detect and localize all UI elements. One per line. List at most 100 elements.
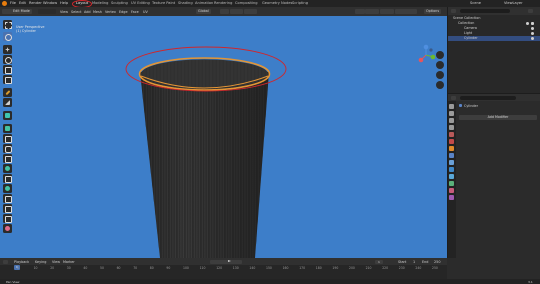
timeline-menu-keying[interactable]: Keying — [35, 260, 46, 264]
workspace-tab-rendering[interactable]: Rendering — [214, 1, 232, 5]
timeline-menu-view[interactable]: View — [52, 260, 60, 264]
menu-help[interactable]: Help — [60, 1, 68, 5]
proportional-editing-icon[interactable] — [244, 9, 257, 14]
cylinder-top-face-wire — [141, 59, 268, 89]
timeline-menu-marker[interactable]: Marker — [63, 260, 75, 264]
view-layer-selector[interactable]: ViewLayer — [504, 1, 523, 5]
gizmo-toggle-icon[interactable] — [365, 9, 379, 14]
mode-selector[interactable]: Edit Mode — [11, 9, 32, 14]
scene-tab-icon[interactable] — [449, 132, 454, 137]
snap-icon[interactable] — [230, 9, 243, 14]
constraints-tab-icon[interactable] — [449, 174, 454, 179]
tool-extrude[interactable] — [3, 124, 12, 133]
scene-selector[interactable]: Scene — [470, 1, 481, 5]
current-frame-field[interactable]: 1 — [375, 259, 383, 264]
camera-view-button[interactable] — [436, 71, 444, 79]
workspace-tab-uv-editing[interactable]: UV Editing — [131, 1, 150, 5]
tool-smooth[interactable] — [3, 194, 12, 203]
workspace-tab-texture-paint[interactable]: Texture Paint — [152, 1, 175, 5]
tool-move[interactable] — [3, 45, 12, 54]
tool-shrink-fatten[interactable] — [3, 214, 12, 223]
blender-logo-icon[interactable] — [2, 1, 7, 6]
shading-mode-icons[interactable] — [395, 9, 417, 14]
tool-scale[interactable] — [3, 65, 12, 74]
options-dropdown[interactable]: Options — [424, 9, 442, 14]
workspace-tab-compositing[interactable]: Compositing — [235, 1, 258, 5]
tool-tab-icon[interactable] — [449, 104, 454, 109]
tool-measure[interactable] — [3, 98, 12, 107]
tool-annotate[interactable] — [3, 88, 12, 97]
end-frame-value[interactable]: 250 — [434, 260, 440, 264]
workspace-tab-scripting[interactable]: Scripting — [292, 1, 308, 5]
menu-window[interactable]: Window — [43, 1, 57, 5]
header-menu-edge[interactable]: Edge — [119, 10, 128, 14]
start-frame-value[interactable]: 1 — [413, 260, 415, 264]
header-menu-add[interactable]: Add — [84, 10, 91, 14]
eye-icon[interactable] — [526, 22, 529, 25]
ortho-toggle-button[interactable] — [436, 81, 444, 89]
visibility-icon[interactable] — [355, 9, 365, 14]
tool-select-box[interactable] — [3, 20, 12, 29]
overlay-toggle-icon[interactable] — [380, 9, 394, 14]
transform-orientation-selector[interactable]: Global — [196, 9, 211, 14]
tool-spin[interactable] — [3, 184, 12, 193]
particles-tab-icon[interactable] — [449, 160, 454, 165]
tool-poly-build[interactable] — [3, 174, 12, 183]
eye-icon[interactable] — [531, 37, 534, 40]
play-icon[interactable] — [228, 260, 231, 262]
workspace-tab-sculpting[interactable]: Sculpting — [111, 1, 128, 5]
tool-transform[interactable] — [3, 75, 12, 84]
tool-inset[interactable] — [3, 134, 12, 143]
menu-edit[interactable]: Edit — [19, 1, 26, 5]
view-layer-tab-icon[interactable] — [449, 125, 454, 130]
tool-edge-slide[interactable] — [3, 204, 12, 213]
modifier-tab-icon[interactable] — [449, 153, 454, 158]
header-menu-vertex[interactable]: Vertex — [105, 10, 116, 14]
render-tab-icon[interactable] — [449, 111, 454, 116]
tool-rotate[interactable] — [3, 55, 12, 64]
eye-icon[interactable] — [531, 32, 534, 35]
add-modifier-button[interactable]: Add Modifier — [459, 115, 537, 120]
world-tab-icon[interactable] — [449, 139, 454, 144]
properties-search-input[interactable] — [460, 95, 516, 100]
material-tab-icon[interactable] — [449, 188, 454, 193]
header-menu-face[interactable]: Face — [131, 10, 139, 14]
zoom-button[interactable] — [436, 51, 444, 59]
timeline-menu-playback[interactable]: Playback — [14, 260, 29, 264]
header-menu-view[interactable]: View — [60, 10, 68, 14]
texture-tab-icon[interactable] — [449, 195, 454, 200]
tool-loop-cut[interactable] — [3, 154, 12, 163]
filter-icon[interactable] — [528, 9, 533, 13]
data-tab-icon[interactable] — [449, 181, 454, 186]
workspace-tab-shading[interactable]: Shading — [178, 1, 193, 5]
3d-viewport[interactable]: User Perspective (1) Cylinder — [0, 16, 447, 258]
playback-controls[interactable] — [210, 259, 242, 264]
pan-button[interactable] — [436, 61, 444, 69]
tool-knife[interactable] — [3, 164, 12, 173]
workspace-tab-geometry-nodes[interactable]: Geometry Nodes — [262, 1, 292, 5]
output-tab-icon[interactable] — [449, 118, 454, 123]
tool-cursor[interactable] — [3, 32, 12, 41]
object-tab-icon[interactable] — [449, 146, 454, 151]
timeline-tick-label: 180 — [315, 266, 322, 270]
workspace-tab-animation[interactable]: Animation — [195, 1, 213, 5]
pivot-point-icon[interactable] — [220, 9, 229, 14]
menu-file[interactable]: File — [10, 1, 16, 5]
header-menu-uv[interactable]: UV — [143, 10, 148, 14]
outliner-search-input[interactable] — [460, 9, 510, 13]
select-mode-icons[interactable] — [38, 9, 56, 14]
eye-icon[interactable] — [531, 27, 534, 30]
tool-bevel[interactable] — [3, 144, 12, 153]
physics-tab-icon[interactable] — [449, 167, 454, 172]
workspace-tab-modeling[interactable]: Modeling — [92, 1, 108, 5]
menu-render[interactable]: Render — [29, 1, 42, 5]
properties-editor-type-icon[interactable] — [451, 95, 456, 100]
tool-add-cube[interactable] — [3, 111, 12, 120]
header-menu-mesh[interactable]: Mesh — [93, 10, 102, 14]
camera-render-icon[interactable] — [531, 22, 534, 25]
tool-rip[interactable] — [3, 224, 12, 233]
header-menu-select[interactable]: Select — [71, 10, 81, 14]
timeline-editor-type-icon[interactable] — [3, 259, 8, 264]
outliner-row-cylinder[interactable]: Cylinder — [448, 36, 540, 41]
outliner-editor-type-icon[interactable] — [451, 9, 456, 13]
